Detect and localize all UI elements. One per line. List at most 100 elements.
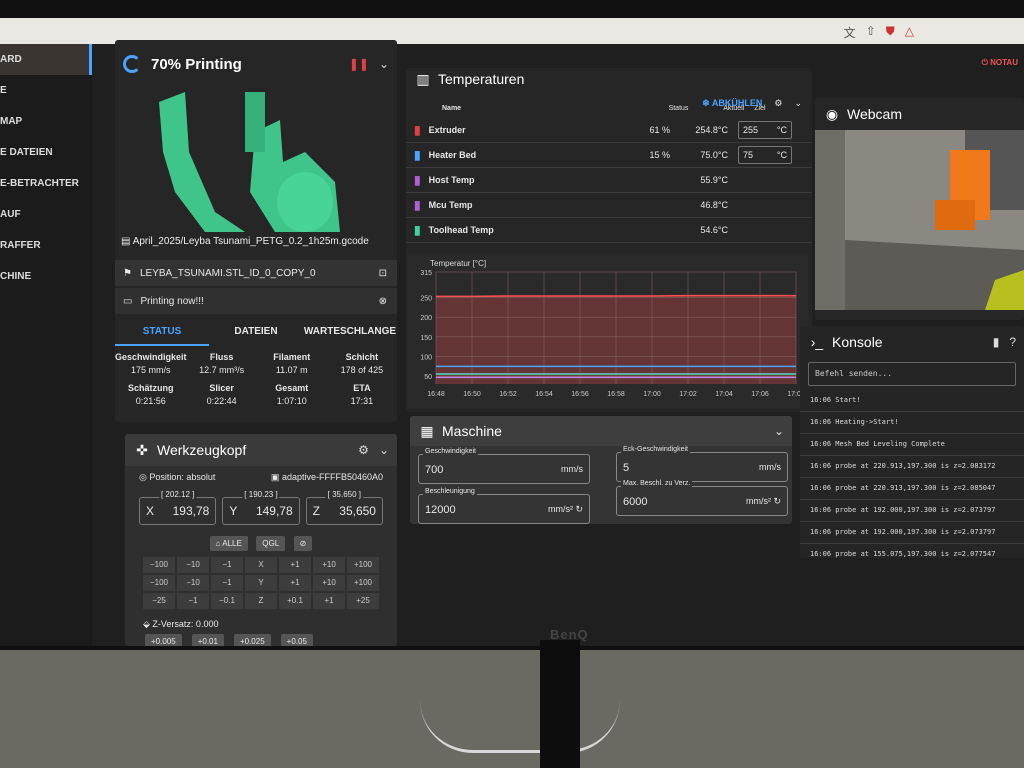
jog-button[interactable]: +1 (313, 593, 345, 609)
console-line: 16:06 Start! (800, 390, 1024, 412)
home-all-button[interactable]: ⌂ ALLE (209, 536, 248, 551)
jog-button[interactable]: Y (245, 575, 277, 591)
webcam-panel: ◉ Webcam (815, 98, 1024, 320)
speed-field[interactable]: Geschwindigkeit 700 mm/s (418, 448, 590, 484)
heater-name[interactable]: Host Temp (429, 175, 475, 185)
share-icon[interactable]: ⇧ (866, 24, 876, 41)
z-offset-step-button[interactable]: +0.01 (191, 634, 224, 646)
jog-button[interactable]: −10 (177, 575, 209, 591)
jog-button[interactable]: +1 (279, 557, 311, 573)
z-offset-step-button[interactable]: +0.005 (145, 634, 182, 646)
chevron-down-icon[interactable]: ⌄ (774, 424, 784, 438)
shield-icon[interactable]: ⛊ (886, 24, 895, 41)
acceleration-field[interactable]: Beschleunigung 12000 mm/s² ↻ (418, 488, 590, 524)
sidebar-item[interactable]: RAFFER (0, 230, 92, 261)
console-line: 16:06 probe at 192.000,197.300 is z=2.07… (800, 500, 1024, 522)
stat-value: 0:22:44 (206, 396, 237, 406)
decel-field[interactable]: Max. Beschl. zu Verz. 6000 mm/s² ↻ (616, 480, 788, 516)
jog-button[interactable]: −10 (177, 557, 209, 573)
stat-value: 11.07 m (275, 365, 308, 375)
motors-off-icon[interactable]: ⊘ (293, 536, 313, 551)
probe-name: ▣ adaptive-FFFFB50460A0 (270, 472, 383, 482)
jog-button[interactable]: −100 (143, 557, 175, 573)
x-tick-label: 17:02 (679, 391, 697, 398)
chevron-down-icon[interactable]: ⌄ (379, 57, 389, 71)
jog-button[interactable]: −1 (177, 593, 209, 609)
qgl-button[interactable]: QGL (256, 536, 286, 551)
jog-button[interactable]: +25 (347, 593, 379, 609)
monitor-bezel: 文 ⇧ ⛊ △ ARD E MAP E DATEIEN E-BETRACHTER AUF RAFF… (0, 0, 1024, 690)
stat-label: Gesamt (275, 383, 309, 393)
stat-cell: Schätzung 0:21:56 (115, 383, 187, 406)
jog-button[interactable]: +10 (313, 557, 345, 573)
z-offset-step-button[interactable]: +0.05 (280, 634, 313, 646)
chevron-down-icon[interactable]: ⌄ (794, 98, 802, 109)
z-position[interactable]: [ 35.650 ] Z 35,650 (305, 490, 383, 525)
console-title: Konsole (832, 334, 883, 350)
z-offset-step-button[interactable]: +0.025 (233, 634, 271, 646)
temperature-title: Temperaturen (438, 71, 525, 87)
trash-icon[interactable]: ▮ (993, 335, 1000, 349)
sidebar-item[interactable]: E (0, 75, 92, 106)
job-stats: Geschwindigkeit 175 mm/s Fluss 12.7 mm³/s Fi… (115, 352, 397, 406)
cooldown-button[interactable]: ❄ ABKÜHLEN (702, 98, 762, 109)
jog-button[interactable]: −1 (211, 575, 243, 591)
heater-name[interactable]: Toolhead Temp (429, 225, 494, 235)
jog-button[interactable]: +1 (279, 575, 311, 591)
sidebar-item[interactable]: ARD (0, 44, 92, 75)
sidebar-item[interactable]: E DATEIEN (0, 137, 92, 168)
heater-icon: ▮ (414, 148, 421, 162)
target-temp-input[interactable]: 75 °C (738, 146, 792, 164)
sidebar-item[interactable]: CHINE (0, 261, 92, 292)
console-panel: ›_ Konsole ▮ ? Befehl senden... 16:06 Sta… (800, 326, 1024, 558)
jog-button[interactable]: Z (245, 593, 277, 609)
help-icon[interactable]: ? (1009, 335, 1016, 349)
temperature-chart: Temperatur [°C] 50 100 150 200 250 315 16:48 16:… (408, 254, 808, 408)
jog-button[interactable]: −0.1 (211, 593, 243, 609)
gear-icon[interactable]: ⚙ (358, 443, 369, 457)
chevron-down-icon[interactable]: ⌄ (379, 443, 389, 457)
tab-files[interactable]: DATEIEN (209, 318, 303, 346)
jog-button[interactable]: +100 (347, 557, 379, 573)
sidebar-item[interactable]: AUF (0, 199, 92, 230)
heater-name[interactable]: Mcu Temp (429, 200, 473, 210)
stat-label: Schätzung (128, 383, 174, 393)
sidebar-item[interactable]: MAP (0, 106, 92, 137)
object-row: ⚑ LEYBA_TSUNAMI.STL_ID_0_COPY_0 ⊡ (115, 260, 397, 286)
close-icon[interactable]: ⊗ (379, 296, 387, 307)
tab-status[interactable]: STATUS (115, 318, 209, 346)
jog-button[interactable]: +10 (313, 575, 345, 591)
cable (420, 700, 620, 753)
emergency-stop-button[interactable]: ⏻ NOTAU (982, 58, 1018, 68)
heater-name[interactable]: Heater Bed (429, 150, 477, 160)
x-position[interactable]: [ 202.12 ] X 193,78 (139, 490, 217, 525)
stat-label: Geschwindigkeit (115, 352, 187, 362)
jog-button[interactable]: +0.1 (279, 593, 311, 609)
jog-button[interactable]: +100 (347, 575, 379, 591)
target-temp-input[interactable]: 255 °C (738, 121, 792, 139)
exclude-object-icon[interactable]: ⊡ (379, 268, 387, 279)
console-input[interactable]: Befehl senden... (808, 362, 1016, 386)
warning-icon[interactable]: △ (905, 24, 914, 41)
stat-value: 178 of 425 (340, 365, 384, 375)
z-offset: ⬙ Z-Versatz: 0.000 (143, 619, 219, 629)
jog-button[interactable]: −1 (211, 557, 243, 573)
monitor-stand (540, 640, 580, 768)
sidebar-item[interactable]: E-BETRACHTER (0, 168, 92, 199)
jog-button[interactable]: −100 (143, 575, 175, 591)
y-position[interactable]: [ 190.23 ] Y 149,78 (222, 490, 300, 525)
gear-icon[interactable]: ⚙ (774, 98, 782, 109)
heater-icon: ▮ (414, 123, 421, 137)
actual-temp: 46.8°C (700, 200, 728, 210)
heater-name[interactable]: Extruder (429, 125, 466, 135)
jog-button[interactable]: X (245, 557, 277, 573)
tab-queue[interactable]: WARTESCHLANGE (303, 318, 397, 346)
translate-icon[interactable]: 文 (844, 24, 856, 41)
jog-button[interactable]: −25 (143, 593, 175, 609)
machine-title: Maschine (442, 423, 502, 439)
x-tick-label: 17:06 (751, 391, 769, 398)
sidebar: ARD E MAP E DATEIEN E-BETRACHTER AUF RAFFER CHI… (0, 44, 92, 646)
pause-icon[interactable]: ❚❚ (349, 57, 369, 71)
y-axis-label: Temperatur [°C] (430, 259, 486, 268)
corner-speed-field[interactable]: Eck-Geschwindigkeit 5 mm/s (616, 446, 788, 482)
